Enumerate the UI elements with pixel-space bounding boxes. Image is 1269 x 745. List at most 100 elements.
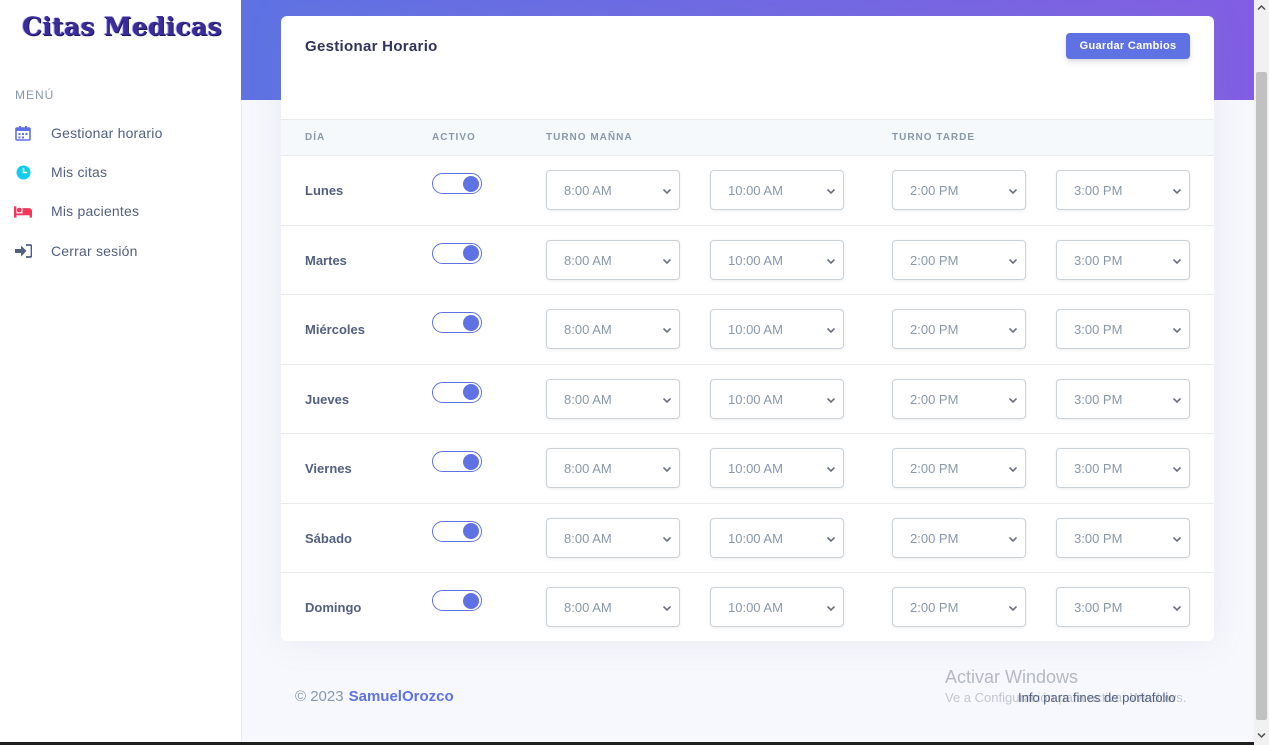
chevron-down-icon — [826, 605, 836, 612]
select-value: 2:00 PM — [910, 600, 959, 615]
select-value: 8:00 AM — [564, 530, 612, 546]
afternoon-start-select[interactable]: 2:00 PM — [892, 170, 1026, 210]
active-toggle[interactable] — [432, 173, 482, 194]
sidebar-item-label: Cerrar sesión — [51, 243, 138, 259]
morning-end-select[interactable]: 10:00 AM — [710, 587, 844, 627]
calendar-icon — [14, 124, 32, 142]
column-header-afternoon: TURNO TARDE — [892, 132, 976, 143]
chevron-down-icon — [662, 258, 672, 264]
chevron-down-icon — [662, 327, 672, 334]
select-value: 10:00 AM — [728, 530, 783, 546]
afternoon-start-select[interactable]: 2:00 PM — [892, 239, 1026, 280]
column-header-active: ACTIVO — [432, 132, 476, 143]
chevron-down-icon — [1008, 397, 1018, 403]
active-toggle[interactable] — [432, 590, 482, 611]
select-value: 3:00 PM — [1074, 391, 1123, 407]
page-scrollbar[interactable] — [1254, 0, 1269, 745]
afternoon-end-select[interactable]: 3:00 PM — [1056, 170, 1190, 210]
author-link[interactable]: SamuelOrozco — [349, 688, 454, 705]
toggle-knob — [463, 314, 479, 331]
sidebar-item-mis-citas[interactable]: Mis citas — [0, 159, 241, 185]
chevron-down-icon — [1172, 327, 1182, 334]
table-row: Jueves 8:00 AM 10:00 AM 2:00 PM 3:00 PM — [281, 365, 1214, 434]
afternoon-start-select[interactable]: 2:00 PM — [892, 587, 1026, 627]
day-label: Sábado — [305, 530, 352, 546]
morning-end-select[interactable]: 10:00 AM — [710, 309, 844, 349]
chevron-down-icon — [662, 536, 672, 542]
select-value: 10:00 AM — [728, 183, 783, 198]
day-label: Jueves — [305, 391, 350, 407]
day-label: Miércoles — [305, 322, 365, 337]
chevron-down-icon — [826, 327, 836, 334]
page-title: Gestionar Horario — [305, 38, 438, 55]
active-toggle[interactable] — [432, 381, 482, 403]
chevron-down-icon — [1172, 605, 1182, 612]
active-toggle[interactable] — [432, 520, 482, 542]
morning-start-select[interactable]: 8:00 AM — [546, 587, 680, 627]
active-toggle[interactable] — [432, 312, 482, 333]
chevron-down-icon — [1008, 466, 1018, 473]
toggle-knob — [463, 175, 479, 192]
sidebar-item-mis-pacientes[interactable]: Mis pacientes — [0, 198, 241, 224]
afternoon-end-select[interactable]: 3:00 PM — [1056, 309, 1190, 349]
chevron-down-icon — [826, 397, 836, 403]
sidebar-item-cerrar-sesion[interactable]: Cerrar sesión — [0, 238, 241, 264]
afternoon-start-select[interactable]: 2:00 PM — [892, 309, 1026, 349]
toggle-knob — [463, 453, 479, 470]
sidebar: Citas Medicas MENÚ Gestionar horario Mis… — [0, 0, 241, 745]
chevron-down-icon — [662, 397, 672, 403]
day-label: Viernes — [305, 461, 352, 476]
chevron-down-icon — [1008, 188, 1018, 195]
morning-start-select[interactable]: 8:00 AM — [546, 517, 680, 558]
footer-copyright: © 2023 SamuelOrozco — [295, 688, 454, 705]
day-label: Lunes — [305, 183, 344, 198]
chevron-down-icon — [662, 605, 672, 612]
brand-logo[interactable]: Citas Medicas — [22, 12, 222, 41]
morning-start-select[interactable]: 8:00 AM — [546, 448, 680, 488]
table-row: Lunes 8:00 AM 10:00 AM 2:00 PM 3:00 PM — [281, 156, 1214, 226]
select-value: 8:00 AM — [564, 322, 612, 337]
morning-start-select[interactable]: 8:00 AM — [546, 170, 680, 210]
morning-end-select[interactable]: 10:00 AM — [710, 239, 844, 280]
afternoon-end-select[interactable]: 3:00 PM — [1056, 239, 1190, 280]
toggle-knob — [463, 245, 479, 261]
chevron-down-icon — [1172, 397, 1182, 403]
save-changes-button[interactable]: Guardar Cambios — [1066, 33, 1190, 59]
chevron-down-icon — [1172, 466, 1182, 473]
morning-end-select[interactable]: 10:00 AM — [710, 517, 844, 558]
afternoon-end-select[interactable]: 3:00 PM — [1056, 448, 1190, 488]
afternoon-end-select[interactable]: 3:00 PM — [1056, 587, 1190, 627]
toggle-knob — [463, 592, 479, 609]
select-value: 8:00 AM — [564, 461, 612, 476]
chevron-down-icon — [662, 188, 672, 195]
select-value: 10:00 AM — [728, 461, 783, 476]
bed-icon — [14, 202, 32, 220]
morning-end-select[interactable]: 10:00 AM — [710, 378, 844, 419]
scrollbar-thumb[interactable] — [1256, 72, 1267, 720]
afternoon-end-select[interactable]: 3:00 PM — [1056, 517, 1190, 558]
active-toggle[interactable] — [432, 242, 482, 264]
sidebar-item-gestionar-horario[interactable]: Gestionar horario — [0, 120, 241, 146]
footer-note: Info para fines de portafolio — [1018, 690, 1176, 705]
clock-icon — [14, 163, 32, 181]
schedule-card: Gestionar Horario Guardar Cambios DÍA AC… — [281, 16, 1214, 641]
morning-start-select[interactable]: 8:00 AM — [546, 239, 680, 280]
sidebar-item-label: Mis pacientes — [51, 203, 140, 219]
select-value: 3:00 PM — [1074, 530, 1123, 546]
afternoon-start-select[interactable]: 2:00 PM — [892, 517, 1026, 558]
select-value: 8:00 AM — [564, 600, 612, 615]
afternoon-start-select[interactable]: 2:00 PM — [892, 448, 1026, 488]
scroll-down-arrow-icon[interactable] — [1257, 731, 1266, 740]
scroll-up-arrow-icon[interactable] — [1257, 3, 1266, 12]
active-toggle[interactable] — [432, 451, 482, 472]
morning-end-select[interactable]: 10:00 AM — [710, 448, 844, 488]
afternoon-start-select[interactable]: 2:00 PM — [892, 378, 1026, 419]
afternoon-end-select[interactable]: 3:00 PM — [1056, 378, 1190, 419]
morning-end-select[interactable]: 10:00 AM — [710, 170, 844, 210]
chevron-down-icon — [1008, 258, 1018, 264]
chevron-down-icon — [1172, 188, 1182, 195]
select-value: 8:00 AM — [564, 183, 612, 198]
table-row: Viernes 8:00 AM 10:00 AM 2:00 PM 3:00 PM — [281, 434, 1214, 504]
morning-start-select[interactable]: 8:00 AM — [546, 378, 680, 419]
morning-start-select[interactable]: 8:00 AM — [546, 309, 680, 349]
